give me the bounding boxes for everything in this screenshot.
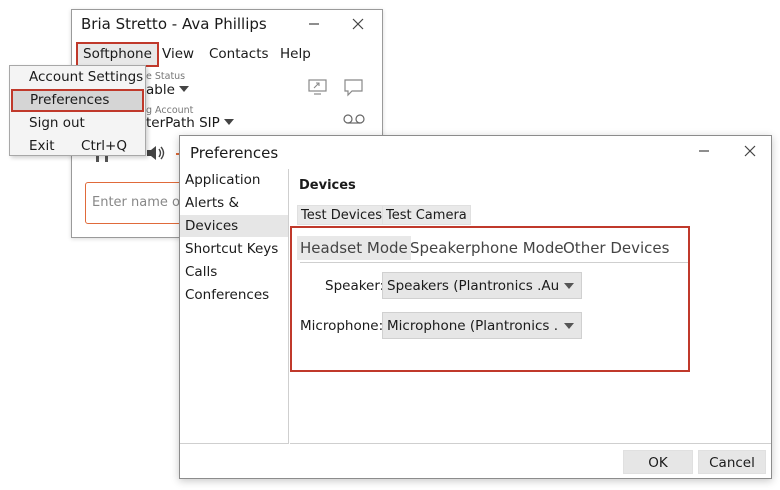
menu-help[interactable]: Help bbox=[275, 42, 316, 67]
minimize-icon bbox=[699, 150, 709, 152]
test-camera-button[interactable]: Test Camera bbox=[382, 205, 471, 225]
nav-item-alerts-sounds[interactable]: Alerts & Sounds bbox=[180, 192, 288, 233]
chevron-down-icon bbox=[564, 323, 574, 329]
voicemail-icon[interactable] bbox=[343, 113, 365, 125]
nav-item-shortcut-keys[interactable]: Shortcut Keys bbox=[180, 238, 288, 260]
presence-value: able bbox=[146, 82, 175, 98]
menu-view[interactable]: View bbox=[157, 42, 199, 67]
microphone-value: Microphone (Plantronics .... bbox=[387, 318, 559, 334]
menu-bar: Softphone View Contacts Help bbox=[72, 42, 382, 67]
account-value: terPath SIP bbox=[146, 115, 220, 131]
test-devices-button[interactable]: Test Devices bbox=[297, 205, 386, 225]
device-settings-highlight: Headset Mode Speakerphone Mode Other Dev… bbox=[290, 226, 690, 372]
speaker-select[interactable]: Speakers (Plantronics .Aud... bbox=[382, 272, 582, 299]
minimize-button[interactable] bbox=[690, 140, 718, 164]
close-icon bbox=[352, 18, 364, 30]
cancel-button[interactable]: Cancel bbox=[698, 450, 766, 474]
speaker-value: Speakers (Plantronics .Aud... bbox=[387, 278, 559, 294]
tab-speakerphone-mode[interactable]: Speakerphone Mode bbox=[407, 236, 567, 260]
softphone-dropdown-menu: Account Settings Preferences Sign out Ex… bbox=[9, 65, 146, 156]
menu-item-account-settings[interactable]: Account Settings bbox=[10, 66, 145, 89]
nav-item-calls[interactable]: Calls bbox=[180, 261, 288, 283]
chevron-down-icon bbox=[564, 283, 574, 289]
preferences-nav: Application Alerts & Sounds Devices Shor… bbox=[180, 169, 289, 444]
preferences-dialog: Preferences Application Alerts & Sounds … bbox=[179, 135, 772, 479]
search-placeholder: Enter name or bbox=[92, 195, 186, 210]
tab-other-devices[interactable]: Other Devices bbox=[560, 236, 672, 260]
menu-contacts[interactable]: Contacts bbox=[204, 42, 274, 67]
exit-shortcut: Ctrl+Q bbox=[81, 138, 127, 154]
nav-item-conferences[interactable]: Conferences bbox=[180, 284, 288, 306]
tab-divider bbox=[300, 262, 688, 263]
close-icon bbox=[744, 145, 756, 157]
window-title: Bria Stretto - Ava Phillips bbox=[81, 15, 267, 33]
menu-item-preferences[interactable]: Preferences bbox=[11, 89, 144, 112]
menu-item-exit[interactable]: Exit Ctrl+Q bbox=[10, 135, 145, 158]
account-selector[interactable]: terPath SIP bbox=[146, 115, 234, 131]
nav-item-application[interactable]: Application bbox=[180, 169, 288, 191]
dialog-title: Preferences bbox=[190, 144, 279, 162]
menu-softphone[interactable]: Softphone bbox=[76, 42, 159, 67]
presence-selector[interactable]: able bbox=[146, 82, 189, 98]
chevron-down-icon bbox=[223, 119, 234, 125]
microphone-label: Microphone: bbox=[300, 318, 384, 334]
menu-item-exit-label: Exit bbox=[29, 138, 55, 154]
speaker-label: Speaker: bbox=[325, 278, 385, 294]
ok-button[interactable]: OK bbox=[623, 450, 693, 474]
devices-panel: Devices Test Devices Test Camera Headset… bbox=[290, 169, 771, 444]
close-button[interactable] bbox=[736, 140, 764, 164]
chat-icon[interactable] bbox=[343, 78, 365, 98]
nav-item-devices[interactable]: Devices bbox=[180, 215, 288, 237]
tab-headset-mode[interactable]: Headset Mode bbox=[297, 236, 411, 260]
section-heading: Devices bbox=[299, 178, 356, 193]
microphone-select[interactable]: Microphone (Plantronics .... bbox=[382, 312, 582, 339]
menu-item-sign-out[interactable]: Sign out bbox=[10, 112, 145, 135]
close-button[interactable] bbox=[344, 13, 372, 37]
presence-label: e Status bbox=[146, 71, 186, 82]
speaker-icon[interactable] bbox=[145, 144, 167, 162]
screen-share-icon[interactable] bbox=[307, 78, 329, 96]
chevron-down-icon bbox=[178, 86, 189, 92]
minimize-button[interactable] bbox=[300, 13, 328, 37]
minimize-icon bbox=[309, 23, 319, 25]
